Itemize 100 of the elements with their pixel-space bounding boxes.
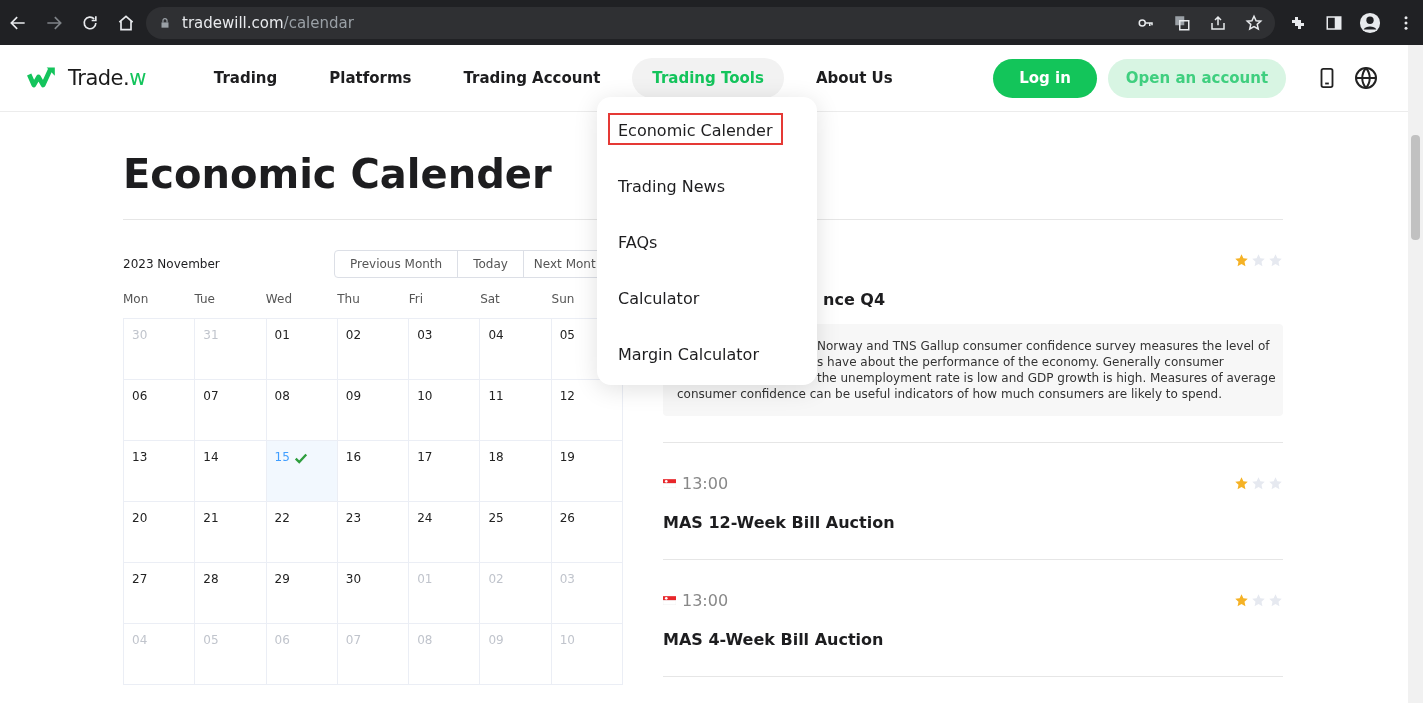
calendar-day[interactable]: 26 (551, 502, 623, 563)
day-number: 03 (559, 572, 575, 586)
day-number: 07 (203, 389, 219, 403)
calendar-day[interactable]: 30 (337, 563, 410, 624)
day-number: 25 (488, 511, 504, 525)
calendar-day[interactable]: 20 (124, 502, 196, 563)
nav-link[interactable]: Trading Account (443, 58, 621, 98)
calendar-day[interactable]: 01 (266, 319, 338, 380)
calendar-day[interactable]: 10 (409, 380, 481, 441)
day-number: 10 (559, 633, 575, 647)
weekday-label: Sun (551, 292, 576, 306)
description-text: the unemployment rate is low and GDP growth is high. Measures of average (817, 370, 1276, 386)
calendar-day[interactable]: 16 (337, 441, 410, 502)
side-panel-icon[interactable] (1325, 13, 1343, 32)
day-number: 02 (345, 328, 362, 342)
calendar-day[interactable]: 27 (124, 563, 196, 624)
day-number: 19 (559, 450, 575, 464)
day-number: 30 (345, 572, 362, 586)
scrollbar[interactable] (1408, 45, 1423, 703)
calendar-day[interactable]: 11 (480, 380, 552, 441)
day-number: 01 (417, 572, 433, 586)
day-number: 02 (488, 572, 504, 586)
nav-link[interactable]: Trading (193, 58, 298, 98)
day-number: 06 (274, 633, 290, 647)
day-number: 09 (345, 389, 362, 403)
nav-link[interactable]: Platforms (309, 58, 432, 98)
day-number: 10 (417, 389, 433, 403)
scrollbar-thumb[interactable] (1411, 135, 1420, 240)
day-number: 04 (488, 328, 504, 342)
calendar-day[interactable]: 02 (337, 319, 410, 380)
star-icon (1268, 592, 1283, 608)
day-number: 05 (559, 328, 575, 342)
month-label: 2023 November (123, 257, 220, 271)
day-number: 31 (203, 328, 219, 342)
calendar-day[interactable]: 13 (124, 441, 196, 502)
day-number: 13 (132, 450, 148, 464)
day-number: 21 (203, 511, 219, 525)
day-number: 11 (488, 389, 504, 403)
event-time: 13:00 (682, 590, 729, 610)
day-number: 04 (132, 633, 148, 647)
month-nav-button[interactable]: Today (457, 250, 524, 278)
star-icon (1251, 252, 1266, 268)
weekday-label: Fri (408, 292, 424, 306)
calendar-day[interactable]: 09 (337, 380, 410, 441)
star-icon (1251, 475, 1266, 491)
profile-icon[interactable] (1359, 11, 1381, 34)
calendar-day[interactable]: 14 (195, 441, 267, 502)
star-icon (1268, 475, 1283, 491)
calendar-day[interactable]: 03 (409, 319, 481, 380)
star-icon (1268, 252, 1283, 268)
logo[interactable]: Trade.w (22, 64, 146, 92)
month-nav-button[interactable]: Next Mont (522, 250, 597, 278)
day-number: 29 (274, 572, 290, 586)
day-number: 06 (132, 389, 148, 403)
day-number: 08 (417, 633, 433, 647)
day-number: 03 (417, 328, 433, 342)
star-icon (1234, 252, 1249, 268)
star-icon[interactable] (1245, 13, 1263, 32)
menu-item[interactable]: Trading News (608, 169, 736, 201)
star-icon (1234, 475, 1249, 491)
calendar-day[interactable]: 07 (195, 380, 267, 441)
event-title: MAS 4-Week Bill Auction (663, 630, 885, 650)
day-number: 18 (488, 450, 504, 464)
flag-icon (663, 595, 676, 605)
menu-item[interactable]: Economic Calender (608, 113, 783, 145)
weekday-label: Wed (265, 292, 293, 306)
calendar-day[interactable]: 24 (409, 502, 481, 563)
event-title: MAS 12-Week Bill Auction (663, 513, 896, 533)
day-number: 28 (203, 572, 219, 586)
nav-link[interactable]: About Us (795, 58, 913, 98)
day-number: 09 (488, 633, 504, 647)
flag-icon (663, 478, 676, 488)
calendar-day[interactable]: 04 (480, 319, 552, 380)
globe-icon[interactable] (1354, 66, 1378, 90)
weekday-label: Mon (123, 292, 150, 306)
calendar-day[interactable]: 06 (124, 380, 196, 441)
event-time: 13:00 (682, 473, 729, 493)
month-nav-button[interactable]: Previous Month (334, 250, 459, 278)
weekday-label: Tue (194, 292, 216, 306)
translate-icon[interactable] (1173, 13, 1191, 32)
calendar-day[interactable]: 21 (195, 502, 267, 563)
day-number: 05 (203, 633, 219, 647)
day-number: 26 (559, 511, 575, 525)
calendar-day[interactable]: 23 (337, 502, 410, 563)
menu-item[interactable]: FAQs (608, 225, 668, 257)
calendar-day[interactable]: 18 (480, 441, 552, 502)
day-number: 20 (132, 511, 148, 525)
day-number: 23 (345, 511, 362, 525)
calendar-day[interactable]: 29 (266, 563, 338, 624)
calendar-day[interactable]: 28 (195, 563, 267, 624)
calendar-day[interactable]: 25 (480, 502, 552, 563)
menu-item[interactable]: Calculator (608, 281, 710, 313)
description-text: Norway and TNS Gallup consumer confidence survey measures the level of (817, 338, 1270, 354)
day-number: 27 (132, 572, 148, 586)
calendar-day[interactable]: 22 (266, 502, 338, 563)
day-number: 16 (345, 450, 362, 464)
share-icon[interactable] (1209, 13, 1227, 32)
calendar-day[interactable]: 19 (551, 441, 623, 502)
calendar-day[interactable]: 17 (409, 441, 481, 502)
day-number: 22 (274, 511, 290, 525)
